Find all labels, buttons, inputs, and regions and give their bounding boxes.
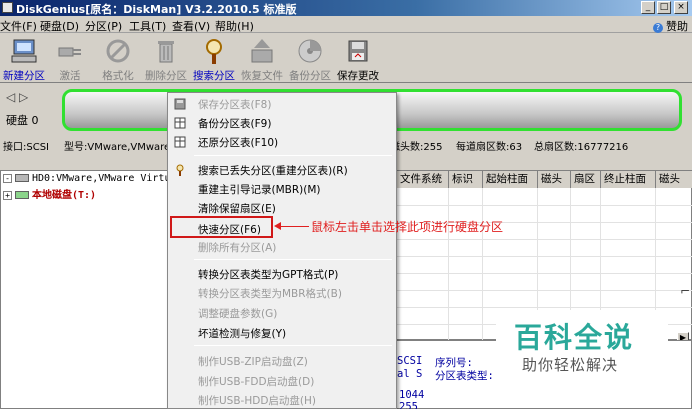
toolbar: 新建分区 激活 格式化 删除分区 搜索分区 恢复文件 备份分区 保存更改	[0, 33, 692, 83]
total-sectors-info: 总扇区数:16777216	[534, 142, 629, 153]
cursor-icon: ⌐	[679, 284, 690, 298]
watermark-title: 百科全说	[514, 321, 635, 354]
menu-help[interactable]: 帮助(H)	[215, 18, 254, 34]
cylinders-value: 1044	[399, 389, 425, 401]
sponsor-link[interactable]: ? 赞助	[653, 18, 688, 34]
menu-bar: 文件(F) 硬盘(D) 分区(P) 工具(T) 查看(V) 帮助(H) ? 赞助	[0, 16, 692, 33]
col-sector[interactable]: 扇区	[570, 171, 600, 188]
annotation-arrow-line	[278, 226, 309, 227]
disk-nav-arrows[interactable]: ◁ ▷	[6, 90, 28, 104]
model-info: 型号:VMware,VMware V	[64, 142, 181, 153]
annotation-text: 鼠标左击单击选择此项进行硬盘分区	[311, 220, 504, 234]
search-partition-button[interactable]: 搜索分区	[190, 36, 238, 82]
table-icon	[174, 117, 186, 129]
tree-node-disk[interactable]: - HD0:VMware,VMware Virtual	[3, 173, 183, 184]
menu-item-usb-hdd-boot[interactable]: 制作USB-HDD启动盘(H)	[168, 389, 396, 409]
save-icon	[174, 98, 186, 110]
partition-icon	[15, 191, 29, 199]
menu-item-adjust-disk-params[interactable]: 调整硬盘参数(G)	[168, 302, 396, 324]
menu-item-delete-all-partitions[interactable]: 删除所有分区(A)	[168, 236, 396, 258]
delete-partition-button[interactable]: 删除分区	[142, 36, 190, 82]
minimize-button[interactable]: _	[641, 1, 655, 14]
save-icon	[343, 36, 373, 66]
magnifier-icon	[199, 36, 229, 66]
format-button[interactable]: 格式化	[94, 36, 142, 82]
col-head-2[interactable]: 磁头	[655, 171, 692, 188]
tree-node-local-disk[interactable]: + 本地磁盘(T:)	[3, 186, 96, 201]
col-flag[interactable]: 标识	[448, 171, 482, 188]
scsi-value: SCSI	[397, 355, 423, 367]
menu-disk[interactable]: 硬盘(D)	[40, 18, 79, 34]
menu-item-restore-partition-table[interactable]: 还原分区表(F10)	[168, 131, 396, 153]
recover-files-button[interactable]: 恢复文件	[238, 36, 286, 82]
new-partition-button[interactable]: 新建分区	[0, 36, 48, 82]
model-fragment: al S	[397, 368, 423, 380]
disk-label: 硬盘 0	[6, 114, 39, 127]
pc-icon	[9, 36, 39, 66]
quick-partition-highlight	[170, 216, 273, 238]
menu-partition[interactable]: 分区(P)	[85, 18, 122, 34]
interface-info: 接口:SCSI	[3, 142, 49, 153]
maximize-button[interactable]: □	[657, 1, 671, 14]
backup-partition-button[interactable]: 备份分区	[286, 36, 334, 82]
window-title: DiskGenius[原名：DiskMan] V3.2.2010.5 标准版	[16, 3, 297, 16]
box-arrow-icon	[247, 36, 277, 66]
heads-value: 255	[399, 401, 418, 409]
watermark: 百科全说 助你轻松解决	[496, 310, 668, 386]
col-start-cylinder[interactable]: 起始柱面	[482, 171, 537, 188]
disk-context-menu: 保存分区表(F8) 备份分区表(F9) 还原分区表(F10) 搜索已丢失分区(重…	[167, 92, 397, 409]
app-icon	[2, 2, 13, 13]
menu-tools[interactable]: 工具(T)	[129, 18, 166, 34]
disc-icon	[295, 36, 325, 66]
menu-item-usb-zip-boot[interactable]: 制作USB-ZIP启动盘(Z)	[168, 350, 396, 372]
col-end-cylinder[interactable]: 终止柱面	[600, 171, 655, 188]
hdd-icon	[15, 174, 29, 182]
watermark-subtitle: 助你轻松解决	[522, 356, 619, 374]
plug-icon	[55, 36, 85, 66]
close-button[interactable]: ×	[674, 1, 688, 14]
save-changes-button[interactable]: 保存更改	[334, 36, 382, 82]
partition-table-type-label: 分区表类型:	[435, 370, 494, 382]
sectors-info: 每道扇区数:63	[456, 142, 523, 153]
question-icon: ?	[653, 23, 663, 33]
expand-icon[interactable]: +	[3, 190, 12, 200]
menu-item-convert-to-mbr[interactable]: 转换分区表类型为MBR格式(B)	[168, 282, 396, 304]
table-icon	[174, 136, 186, 148]
magnifier-icon	[174, 164, 186, 176]
collapse-icon[interactable]: -	[3, 173, 12, 183]
menu-file[interactable]: 文件(F)	[0, 18, 37, 34]
trash-icon	[151, 36, 181, 66]
menu-view[interactable]: 查看(V)	[172, 18, 210, 34]
no-sign-icon	[103, 36, 133, 66]
menu-item-bad-sector-check[interactable]: 坏道检测与修复(Y)	[168, 322, 396, 344]
col-filesystem[interactable]: 文件系统	[396, 171, 448, 188]
col-head[interactable]: 磁头	[537, 171, 570, 188]
activate-button[interactable]: 激活	[46, 36, 94, 82]
heads-info: 磁头数:255	[390, 142, 443, 153]
title-bar: DiskGenius[原名：DiskMan] V3.2.2010.5 标准版 _…	[0, 0, 692, 16]
